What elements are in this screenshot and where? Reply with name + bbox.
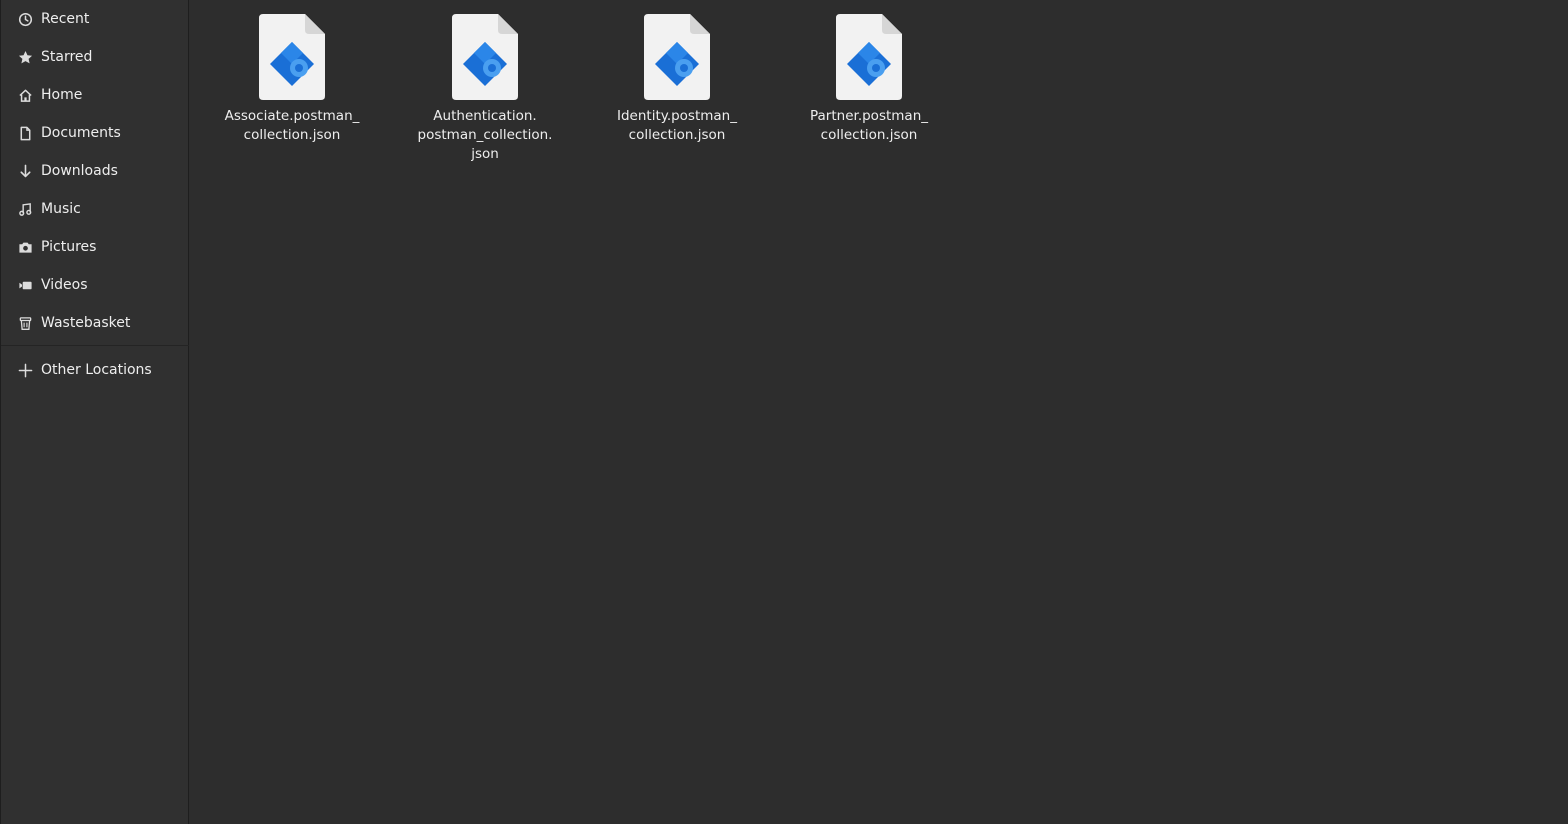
file-manager-window: Recent Starred Home Documents Downloads [0, 0, 1568, 824]
sidebar-item-label: Other Locations [41, 362, 152, 378]
file-item-associate[interactable]: Associate.postman_ collection.json [216, 14, 368, 145]
sidebar-item-label: Starred [41, 49, 93, 65]
plus-icon [17, 362, 33, 378]
download-icon [17, 163, 33, 179]
file-view: Associate.postman_ collection.json Authe… [189, 0, 1568, 824]
sidebar-item-starred[interactable]: Starred [1, 38, 189, 76]
json-file-icon [259, 14, 325, 100]
sidebar-item-label: Wastebasket [41, 315, 131, 331]
sidebar-item-recent[interactable]: Recent [1, 0, 189, 38]
file-name: Associate.postman_ collection.json [224, 108, 360, 143]
document-icon [17, 125, 33, 141]
sidebar-item-label: Documents [41, 125, 121, 141]
file-item-authentication[interactable]: Authentication. postman_collection. json [409, 14, 561, 164]
sidebar-item-label: Downloads [41, 163, 118, 179]
sidebar-item-wastebasket[interactable]: Wastebasket [1, 304, 189, 342]
file-name: Authentication. postman_collection. json [417, 108, 553, 162]
file-name: Identity.postman_ collection.json [617, 108, 737, 143]
sidebar-item-other-locations[interactable]: Other Locations [1, 351, 189, 389]
sidebar-item-label: Recent [41, 11, 90, 27]
sidebar-item-label: Pictures [41, 239, 97, 255]
file-name: Partner.postman_ collection.json [810, 108, 928, 143]
sidebar-item-label: Music [41, 201, 81, 217]
clock-icon [17, 11, 33, 27]
sidebar-item-videos[interactable]: Videos [1, 266, 189, 304]
video-icon [17, 277, 33, 293]
home-icon [17, 87, 33, 103]
sidebar: Recent Starred Home Documents Downloads [0, 0, 189, 824]
music-icon [17, 201, 33, 217]
json-file-icon [452, 14, 518, 100]
star-icon [17, 49, 33, 65]
json-file-icon [644, 14, 710, 100]
sidebar-item-downloads[interactable]: Downloads [1, 152, 189, 190]
sidebar-item-music[interactable]: Music [1, 190, 189, 228]
sidebar-item-documents[interactable]: Documents [1, 114, 189, 152]
json-file-icon [836, 14, 902, 100]
camera-icon [17, 239, 33, 255]
sidebar-item-label: Videos [41, 277, 88, 293]
file-item-identity[interactable]: Identity.postman_ collection.json [601, 14, 753, 145]
trash-icon [17, 315, 33, 331]
sidebar-item-pictures[interactable]: Pictures [1, 228, 189, 266]
sidebar-divider [1, 345, 189, 346]
sidebar-item-home[interactable]: Home [1, 76, 189, 114]
file-item-partner[interactable]: Partner.postman_ collection.json [793, 14, 945, 145]
sidebar-item-label: Home [41, 87, 83, 103]
